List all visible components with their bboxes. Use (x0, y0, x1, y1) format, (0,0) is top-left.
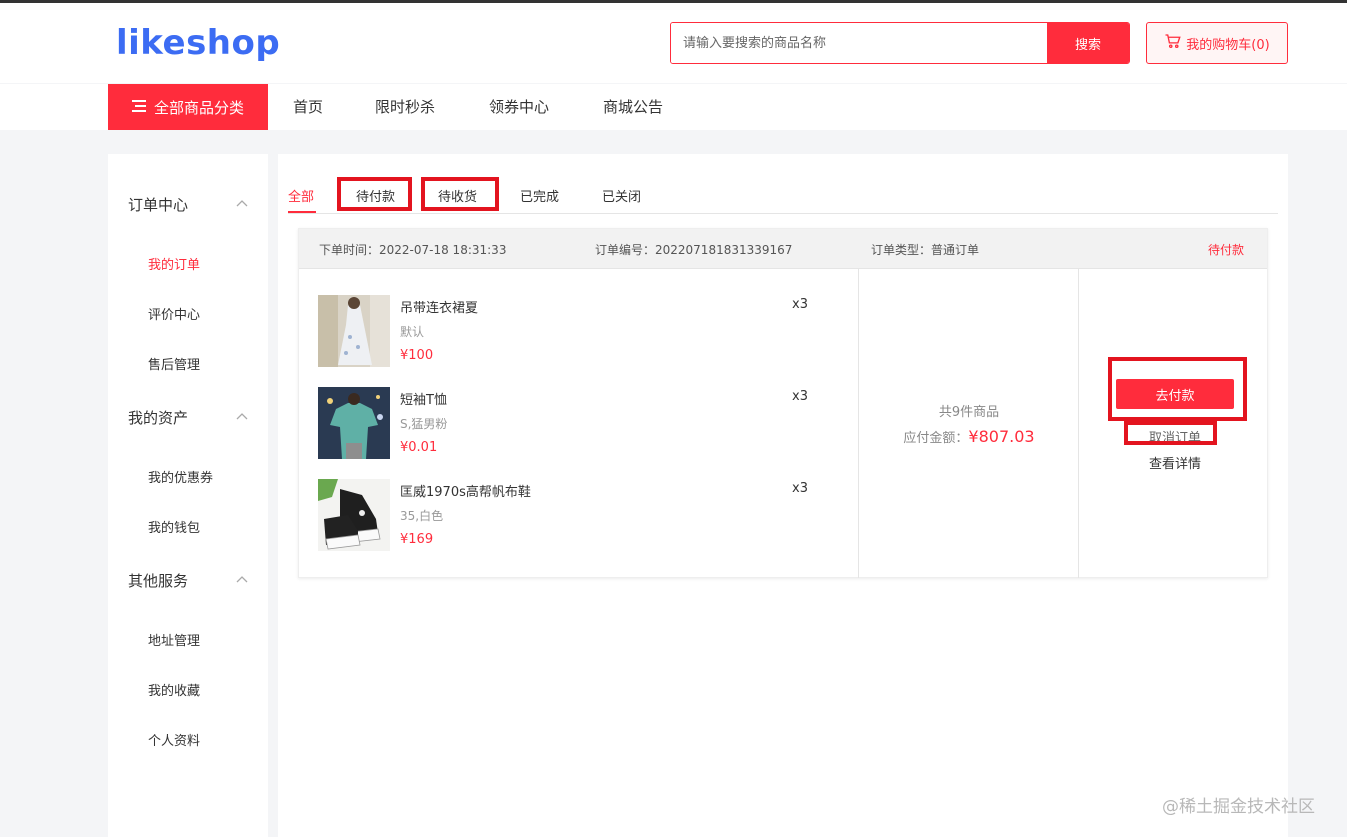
order-type: 订单类型：普通订单 (871, 243, 980, 257)
product-name[interactable]: 匡威1970s高帮帆布鞋 (400, 481, 531, 500)
nav-item-coupon-center[interactable]: 领券中心 (489, 84, 549, 130)
product-price: ¥169 (400, 532, 434, 547)
header: likeshop 搜索 我的购物车(0) (0, 3, 1347, 83)
payable-amount: 应付金额：¥807.03 (859, 427, 1079, 446)
sidebar-item-reviews[interactable]: 评价中心 (148, 304, 200, 323)
product-quantity: x3 (792, 389, 808, 404)
product-price: ¥0.01 (400, 440, 438, 455)
view-details-link[interactable]: 查看详情 (1116, 453, 1234, 472)
order-item[interactable]: 匡威1970s高帮帆布鞋 35,白色 ¥169 x3 (318, 479, 838, 551)
search-input[interactable] (671, 23, 1047, 63)
nav-item-flash-sale[interactable]: 限时秒杀 (375, 84, 435, 130)
tab-completed[interactable]: 已完成 (520, 186, 559, 205)
column-divider (858, 269, 859, 578)
menu-icon (131, 98, 146, 116)
sidebar-item-profile[interactable]: 个人资料 (148, 730, 200, 749)
product-spec: 默认 (400, 325, 425, 339)
highlight-box (421, 177, 499, 211)
logo[interactable]: likeshop (116, 23, 280, 63)
product-price: ¥100 (400, 348, 434, 363)
product-image-dress[interactable] (318, 295, 390, 367)
tab-all[interactable]: 全部 (288, 186, 314, 205)
order-number: 订单编号：202207181831339167 (595, 243, 793, 257)
item-count: 共9件商品 (938, 405, 1000, 420)
sidebar-group-orders[interactable]: 订单中心 (128, 194, 188, 215)
sidebar-item-favorites[interactable]: 我的收藏 (148, 680, 200, 699)
highlight-box (337, 177, 412, 211)
product-name[interactable]: 短袖T恤 (400, 389, 447, 408)
cart-button[interactable]: 我的购物车(0) (1146, 22, 1288, 64)
all-categories-button[interactable]: 全部商品分类 (108, 84, 268, 130)
cart-icon (1164, 32, 1182, 54)
product-quantity: x3 (792, 297, 808, 312)
nav-item-announcements[interactable]: 商城公告 (603, 84, 663, 130)
product-image-tshirt[interactable] (318, 387, 390, 459)
active-tab-indicator (288, 211, 316, 213)
nav-item-home[interactable]: 首页 (293, 84, 323, 130)
sidebar-group-assets[interactable]: 我的资产 (128, 407, 188, 428)
order-time: 下单时间：2022-07-18 18:31:33 (319, 243, 507, 257)
sidebar: 订单中心 我的订单 评价中心 售后管理 我的资产 我的优惠券 我的钱包 其他服务… (108, 154, 268, 837)
cart-label: 我的购物车(0) (1186, 37, 1270, 53)
product-quantity: x3 (792, 481, 808, 496)
payable-amount-label: 应付金额： (903, 431, 969, 446)
order-item[interactable]: 短袖T恤 S,猛男粉 ¥0.01 x3 (318, 387, 838, 459)
all-categories-label: 全部商品分类 (153, 98, 244, 117)
product-spec: 35,白色 (400, 509, 444, 523)
order-header: 下单时间：2022-07-18 18:31:33 订单编号：2022071818… (299, 229, 1267, 269)
tab-closed[interactable]: 已关闭 (602, 186, 641, 205)
chevron-up-icon[interactable] (236, 412, 248, 420)
sidebar-item-after-sales[interactable]: 售后管理 (148, 354, 200, 373)
highlight-box (1124, 421, 1217, 445)
sidebar-item-my-orders[interactable]: 我的订单 (148, 254, 200, 273)
product-name[interactable]: 吊带连衣裙夏 (400, 297, 478, 316)
column-divider (1078, 269, 1079, 578)
search-button[interactable]: 搜索 (1047, 23, 1129, 63)
order-item[interactable]: 吊带连衣裙夏 默认 ¥100 x3 (318, 295, 838, 367)
chevron-up-icon[interactable] (236, 575, 248, 583)
chevron-up-icon[interactable] (236, 199, 248, 207)
product-spec: S,猛男粉 (400, 417, 448, 431)
sidebar-item-coupons[interactable]: 我的优惠券 (148, 467, 213, 486)
watermark: @稀土掘金技术社区 (1162, 797, 1315, 817)
orders-panel: 全部 待付款 待收货 已完成 已关闭 下单时间：2022-07-18 18:31… (278, 154, 1288, 837)
sidebar-item-wallet[interactable]: 我的钱包 (148, 517, 200, 536)
sidebar-item-addresses[interactable]: 地址管理 (148, 630, 200, 649)
highlight-box (1108, 357, 1247, 421)
order-status: 待付款 (1208, 243, 1245, 257)
sidebar-group-services[interactable]: 其他服务 (128, 570, 188, 591)
payable-amount-value: ¥807.03 (968, 427, 1035, 446)
product-image-sneakers[interactable] (318, 479, 390, 551)
search-box: 搜索 (670, 22, 1130, 64)
main-nav: 全部商品分类 首页 限时秒杀 领券中心 商城公告 (0, 84, 1347, 130)
